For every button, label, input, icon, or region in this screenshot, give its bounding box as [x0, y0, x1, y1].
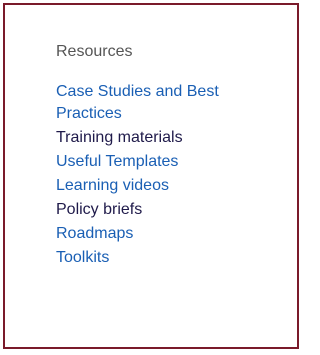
link-training-materials[interactable]: Training materials: [56, 127, 286, 149]
list-item: Case Studies and Best Practices: [56, 81, 286, 125]
list-item: Policy briefs: [56, 199, 286, 221]
list-item: Useful Templates: [56, 151, 286, 173]
link-roadmaps[interactable]: Roadmaps: [56, 223, 286, 245]
resources-list: Case Studies and Best Practices Training…: [56, 81, 286, 271]
link-useful-templates[interactable]: Useful Templates: [56, 151, 286, 173]
list-item: Roadmaps: [56, 223, 286, 245]
link-case-studies[interactable]: Case Studies and Best Practices: [56, 81, 286, 125]
list-item: Learning videos: [56, 175, 286, 197]
list-item: Toolkits: [56, 247, 286, 269]
list-item: Training materials: [56, 127, 286, 149]
link-learning-videos[interactable]: Learning videos: [56, 175, 286, 197]
link-policy-briefs[interactable]: Policy briefs: [56, 199, 286, 221]
link-toolkits[interactable]: Toolkits: [56, 247, 286, 269]
resources-panel: Resources Case Studies and Best Practice…: [3, 3, 299, 349]
resources-heading: Resources: [56, 43, 133, 60]
